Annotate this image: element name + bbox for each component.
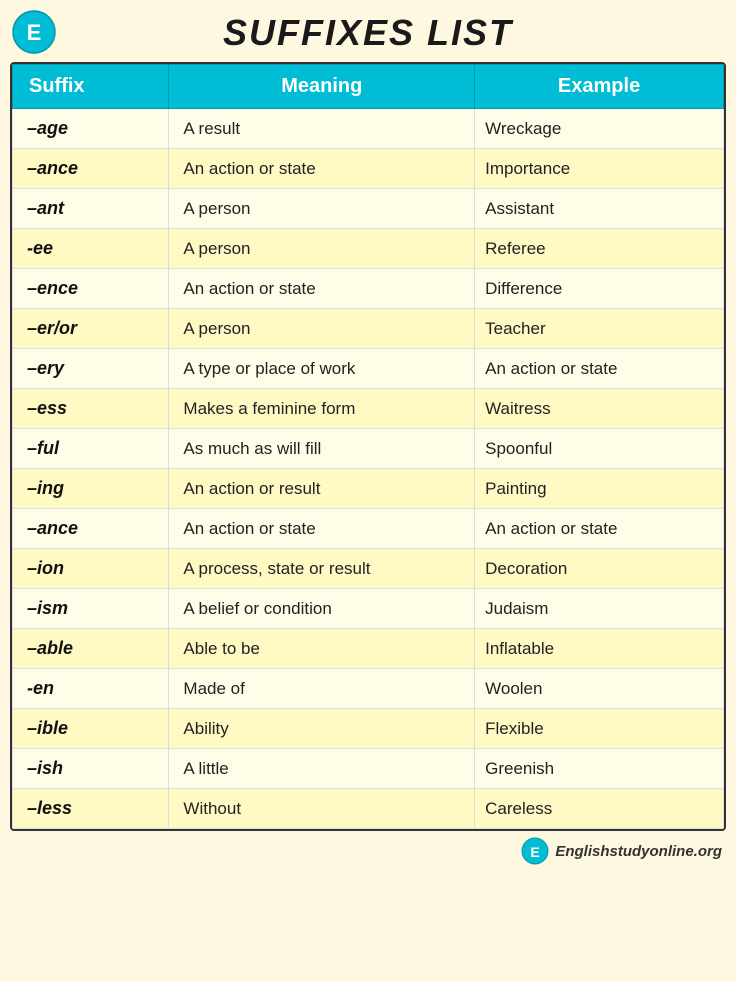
- table-row: –antA personAssistant: [13, 189, 724, 229]
- table-row: –ageA resultWreckage: [13, 109, 724, 149]
- cell-meaning: A belief or condition: [169, 589, 475, 629]
- cell-example: Referee: [475, 229, 724, 269]
- cell-meaning: A little: [169, 749, 475, 789]
- cell-suffix: -en: [13, 669, 169, 709]
- cell-meaning: An action or state: [169, 269, 475, 309]
- cell-suffix: –ible: [13, 709, 169, 749]
- table-row: –essMakes a feminine formWaitress: [13, 389, 724, 429]
- cell-meaning: A process, state or result: [169, 549, 475, 589]
- svg-text:E: E: [27, 20, 42, 45]
- table-row: -enMade ofWoolen: [13, 669, 724, 709]
- table-row: –ibleAbilityFlexible: [13, 709, 724, 749]
- table-row: -eeA personReferee: [13, 229, 724, 269]
- table-row: –ismA belief or conditionJudaism: [13, 589, 724, 629]
- cell-example: Importance: [475, 149, 724, 189]
- table-row: –ableAble to beInflatable: [13, 629, 724, 669]
- cell-meaning: A result: [169, 109, 475, 149]
- cell-example: Decoration: [475, 549, 724, 589]
- cell-example: Judaism: [475, 589, 724, 629]
- cell-suffix: –ant: [13, 189, 169, 229]
- cell-meaning: Ability: [169, 709, 475, 749]
- footer: E Englishstudyonline.org: [0, 831, 736, 869]
- cell-suffix: –ery: [13, 349, 169, 389]
- cell-suffix: –less: [13, 789, 169, 829]
- cell-suffix: –able: [13, 629, 169, 669]
- cell-suffix: –ence: [13, 269, 169, 309]
- cell-meaning: An action or state: [169, 509, 475, 549]
- cell-example: Inflatable: [475, 629, 724, 669]
- col-meaning-header: Meaning: [169, 65, 475, 109]
- col-suffix-header: Suffix: [13, 65, 169, 109]
- cell-meaning: A person: [169, 189, 475, 229]
- cell-suffix: –ion: [13, 549, 169, 589]
- cell-example: Spoonful: [475, 429, 724, 469]
- cell-example: An action or state: [475, 509, 724, 549]
- logo-icon: E: [12, 10, 56, 54]
- suffixes-table: Suffix Meaning Example –ageA resultWreck…: [12, 64, 724, 829]
- cell-suffix: –ful: [13, 429, 169, 469]
- col-example-header: Example: [475, 65, 724, 109]
- footer-logo-icon: E: [521, 837, 549, 865]
- cell-meaning: Made of: [169, 669, 475, 709]
- table-row: –enceAn action or stateDifference: [13, 269, 724, 309]
- cell-meaning: A person: [169, 229, 475, 269]
- cell-meaning: As much as will fill: [169, 429, 475, 469]
- cell-suffix: –ess: [13, 389, 169, 429]
- table-row: –eryA type or place of workAn action or …: [13, 349, 724, 389]
- cell-example: Difference: [475, 269, 724, 309]
- table-row: –anceAn action or stateImportance: [13, 149, 724, 189]
- footer-site: Englishstudyonline.org: [555, 843, 722, 860]
- cell-suffix: –age: [13, 109, 169, 149]
- cell-example: Woolen: [475, 669, 724, 709]
- cell-example: An action or state: [475, 349, 724, 389]
- table-row: –er/orA personTeacher: [13, 309, 724, 349]
- table-header-row: Suffix Meaning Example: [13, 65, 724, 109]
- cell-suffix: –ance: [13, 149, 169, 189]
- cell-example: Greenish: [475, 749, 724, 789]
- cell-example: Teacher: [475, 309, 724, 349]
- cell-meaning: An action or result: [169, 469, 475, 509]
- cell-example: Careless: [475, 789, 724, 829]
- cell-example: Flexible: [475, 709, 724, 749]
- table-row: –lessWithoutCareless: [13, 789, 724, 829]
- cell-meaning: An action or state: [169, 149, 475, 189]
- cell-meaning: Able to be: [169, 629, 475, 669]
- cell-meaning: Makes a feminine form: [169, 389, 475, 429]
- cell-suffix: –ism: [13, 589, 169, 629]
- cell-suffix: -ee: [13, 229, 169, 269]
- cell-example: Painting: [475, 469, 724, 509]
- cell-suffix: –ing: [13, 469, 169, 509]
- cell-suffix: –ish: [13, 749, 169, 789]
- table-row: –ingAn action or resultPainting: [13, 469, 724, 509]
- cell-example: Waitress: [475, 389, 724, 429]
- svg-text:E: E: [531, 844, 540, 860]
- cell-suffix: –er/or: [13, 309, 169, 349]
- cell-example: Assistant: [475, 189, 724, 229]
- suffixes-table-container: Suffix Meaning Example –ageA resultWreck…: [10, 62, 726, 831]
- table-row: –fulAs much as will fillSpoonful: [13, 429, 724, 469]
- cell-meaning: A person: [169, 309, 475, 349]
- cell-suffix: –ance: [13, 509, 169, 549]
- table-row: –anceAn action or stateAn action or stat…: [13, 509, 724, 549]
- table-row: –ishA littleGreenish: [13, 749, 724, 789]
- header: E SUFFIXES LIST: [0, 0, 736, 62]
- table-row: –ionA process, state or resultDecoration: [13, 549, 724, 589]
- cell-meaning: Without: [169, 789, 475, 829]
- page-title: SUFFIXES LIST: [223, 12, 513, 54]
- cell-meaning: A type or place of work: [169, 349, 475, 389]
- page-wrapper: E SUFFIXES LIST Suffix Meaning Example –…: [0, 0, 736, 879]
- cell-example: Wreckage: [475, 109, 724, 149]
